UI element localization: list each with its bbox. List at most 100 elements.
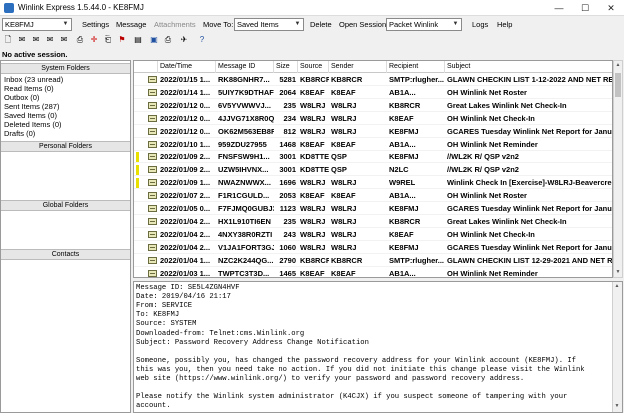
table-row[interactable]: 2022/01/09 2... FNSFSW9H1... 3001 KD8TTE QSP… [134,151,612,164]
airplane-icon[interactable]: ✈ [178,34,190,46]
help-icon[interactable]: ? [196,34,208,46]
table-row[interactable]: 2022/01/07 2... F1R1CGULD... 2053 K8EAF K8EA… [134,190,612,203]
table-row[interactable]: 2022/01/12 0... 4JJVG71X8R0Q 234 W8LRJ W8LRJ… [134,113,612,125]
cell-recipient: N2LC [389,165,409,175]
table-row[interactable]: 2022/01/12 0... OK62M563EB8F 812 W8LRJ W8LRJ… [134,126,612,138]
message-icon [148,192,157,200]
cell-date: 2022/01/09 2... [160,152,211,162]
menu-attachments[interactable]: Attachments [154,20,196,29]
save-icon[interactable]: ▣ [148,34,160,46]
column-header-message-id[interactable]: Message ID [216,61,274,73]
cell-subject: GCARES Tuesday Winlink Net Report for Ja… [447,204,613,213]
column-header-recipient[interactable]: Recipient [387,61,445,73]
column-header-row: Date/Time Message ID Size Source Sender … [134,61,612,73]
scroll-up-icon[interactable]: ▲ [613,282,621,291]
system-folders-header[interactable]: System Folders [1,63,130,74]
delete-button[interactable]: Delete [310,20,332,29]
table-row[interactable]: 2022/01/03 1... TWPTC3T3D... 1465 K8EAF K8EA… [134,268,612,278]
cell-date: 2022/01/04 1... [160,255,211,265]
print-icon[interactable]: ⎙ [74,34,86,46]
attachment-icon[interactable]: ⎗ [102,34,114,46]
cell-date: 2022/01/15 1... [160,75,211,84]
print-preview-icon[interactable]: ⎙ [162,34,174,46]
table-row[interactable]: 2022/01/12 0... 6V5YVWWVJ... 235 W8LRJ W8LRJ… [134,100,612,112]
move-to-select[interactable]: Saved Items ▼ [234,18,304,31]
cell-message-id: RK88GNHR7... [218,75,270,84]
cell-subject: OH Winlink Net Reminder [447,268,538,278]
folder-deleted-items[interactable]: Deleted Items (0) [4,120,62,129]
reply-icon[interactable]: ✉ [16,34,28,46]
scroll-down-icon[interactable]: ▼ [613,402,621,411]
folder-drafts[interactable]: Drafts (0) [4,129,35,138]
callsign-select[interactable]: KE8FMJ ▼ [2,18,72,31]
minimize-button[interactable]: — [548,0,570,16]
cell-message-id: UZW5IHVNX... [218,165,269,175]
table-row[interactable]: 2022/01/04 1... NZC2K244QG... 2790 KB8RCR KB… [134,255,612,267]
cell-message-id: V1JA1FORT3GJ [218,242,274,252]
scrollbar-thumb[interactable] [615,73,621,97]
message-icon [148,179,157,187]
table-row[interactable]: 2022/01/10 1... 959ZDU27955 1468 K8EAF K8EAF… [134,139,612,151]
flag-icon[interactable]: ⚑ [116,34,128,46]
global-folders-header[interactable]: Global Folders [1,200,130,211]
message-list-scrollbar[interactable]: ▲ ▼ [613,60,623,278]
menu-logs[interactable]: Logs [472,20,488,29]
cell-recipient: KB8RCR [389,216,421,226]
menu-settings[interactable]: Settings [82,20,109,29]
cell-sender: W8LRJ [331,242,357,252]
forward-icon[interactable]: ✉ [44,34,56,46]
table-row[interactable]: 2022/01/15 1... RK88GNHR7... 5281 KB8RCR KB8… [134,74,612,86]
cell-size: 1123 [279,204,296,213]
scroll-up-icon[interactable]: ▲ [614,61,622,70]
table-row[interactable]: 2022/01/04 2... 4NXY38R0RZTI 243 W8LRJ W8LRJ… [134,229,612,241]
cell-recipient: AB1A... [389,268,416,278]
folder-outbox[interactable]: Outbox (0) [4,93,39,102]
column-header-date[interactable]: Date/Time [158,61,216,73]
folder-inbox[interactable]: Inbox (23 unread) [4,75,63,84]
column-header-sender[interactable]: Sender [329,61,387,73]
column-header-subject[interactable]: Subject [445,61,612,73]
scroll-down-icon[interactable]: ▼ [614,268,622,277]
message-icon [148,217,157,225]
column-header-size[interactable]: Size [274,61,298,73]
table-row[interactable]: 2022/01/05 0... F7FJMQ0GUBJ3 1123 W8LRJ W8LR… [134,203,613,215]
column-header-source[interactable]: Source [298,61,329,73]
table-row[interactable]: 2022/01/04 2... V1JA1FORT3GJ 1060 W8LRJ W8LR… [134,242,612,254]
column-header-icon[interactable] [134,61,158,73]
contacts-header[interactable]: Contacts [1,249,130,260]
address-book-icon[interactable]: ▤ [132,34,144,46]
flag-marker [136,165,139,176]
maximize-button[interactable]: ☐ [574,0,596,16]
folder-sent-items[interactable]: Sent Items (287) [4,102,59,111]
move-to-label: Move To: [203,20,234,29]
crosshair-icon[interactable]: ✛ [88,34,100,46]
table-row[interactable]: 2022/01/14 1... 5UIY7K9DTHAF 2064 K8EAF K8EA… [134,87,612,99]
forward-as-attachment-icon[interactable]: ✉ [58,34,70,46]
cell-message-id: F7FJMQ0GUBJ3 [218,204,274,213]
cell-sender: KB8RCR [331,75,363,84]
reply-all-icon[interactable]: ✉ [30,34,42,46]
message-body[interactable]: Message ID: SE5L4ZGN4HVF Date: 2019/04/16… [133,281,623,413]
menu-help[interactable]: Help [497,20,512,29]
cell-recipient: W9REL [389,178,416,188]
cell-size: 1465 [279,268,296,278]
close-button[interactable]: ✕ [600,0,622,16]
cell-source: K8EAF [300,268,325,278]
open-session-label: Open Session: [339,20,389,29]
folder-read-items[interactable]: Read Items (0) [4,84,54,93]
cell-message-id: 6V5YVWWVJ... [218,100,271,110]
menu-message[interactable]: Message [116,20,146,29]
folder-saved-items[interactable]: Saved Items (0) [4,111,57,120]
table-row[interactable]: 2022/01/04 2... HX1L910TI6EN 235 W8LRJ W8LRJ… [134,216,612,228]
table-row[interactable]: 2022/01/09 2... UZW5IHVNX... 3001 KD8TTE QSP… [134,164,612,177]
new-message-icon[interactable]: 🗋 [2,34,14,46]
cell-sender: K8EAF [331,87,356,97]
table-row[interactable]: 2022/01/09 1... NWAZNWWX... 1696 W8LRJ W8LRJ… [134,177,612,190]
message-body-scrollbar[interactable]: ▲ ▼ [612,282,622,412]
cell-recipient: AB1A... [389,87,416,97]
cell-source: K8EAF [300,191,325,201]
cell-subject: OH Winlink Net Roster [447,191,527,201]
cell-recipient: SMTP:rlugher... [389,75,445,84]
open-session-select[interactable]: Packet Winlink ▼ [386,18,462,31]
personal-folders-header[interactable]: Personal Folders [1,141,130,152]
